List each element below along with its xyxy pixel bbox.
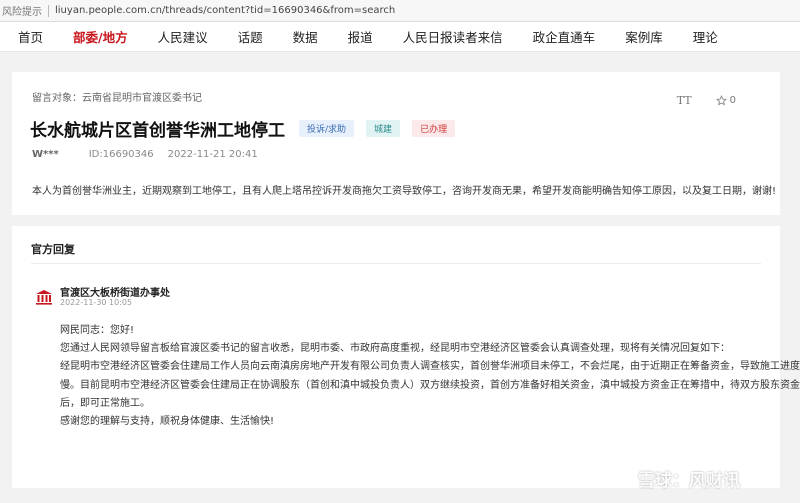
reply-line: 后，即可正常施工。	[60, 397, 150, 409]
reply-line: 网民同志：您好!	[60, 325, 135, 336]
message-title: 长水航城片区首创誉华洲工地停工	[30, 121, 285, 141]
nav-item-0[interactable]: 首页	[18, 27, 43, 46]
message-time: 2022-11-21 20:41	[167, 149, 258, 160]
nav-item-2[interactable]: 人民建议	[158, 27, 208, 46]
reply-body: 网民同志：您好! 您通过人民网领导留言板给官渡区委书记的留言收悉，昆明市委、市政…	[60, 322, 800, 431]
top-navigation: 首页 部委/地方 人民建议 话题 数据 报道 人民日报读者来信 政企直通车 案例库 理论	[0, 22, 800, 52]
favorite-button[interactable]: 0	[715, 95, 736, 106]
official-reply-card: 官方回复 官渡区大板桥街道办事处 2022-11-30 10:05 网民同志：您…	[12, 226, 800, 488]
nav-item-1[interactable]: 部委/地方	[73, 27, 128, 46]
risk-warning-label[interactable]: 风险提示	[2, 3, 42, 18]
message-content: 本人为首创誉华洲业主，近期观察到工地停工，且有人爬上塔吊控诉开发商拖欠工资导致停…	[32, 186, 777, 197]
watermark: 雪球：风财讯	[612, 466, 740, 491]
reply-time: 2022-11-30 10:05	[60, 298, 133, 307]
message-author: W***	[32, 149, 59, 160]
nav-item-7[interactable]: 政企直通车	[533, 27, 596, 46]
address-separator	[48, 4, 49, 17]
url-text[interactable]: liuyan.people.com.cn/threads/content?tid…	[55, 5, 395, 16]
reply-line: 您通过人民网领导留言板给官渡区委书记的留言收悉，昆明市委、市政府高度重视，经昆明…	[60, 343, 730, 355]
reply-organization: 官渡区大板桥街道办事处	[60, 288, 170, 299]
government-building-icon	[36, 290, 52, 305]
snowball-logo-icon	[613, 469, 631, 488]
tag-category[interactable]: 投诉/求助	[299, 120, 355, 137]
tag-field[interactable]: 城建	[366, 120, 401, 137]
favorite-count: 0	[729, 95, 736, 106]
star-icon	[715, 95, 727, 106]
message-target: 留言对象：云南省昆明市官渡区委书记	[32, 93, 202, 104]
reply-line: 经昆明市空港经济区管委会住建局工作人员向云南滇房房地产开发有限公司负责人调查核实…	[60, 361, 800, 373]
post-tools: TT 0	[677, 94, 736, 107]
message-meta: W*** ID:16690346 2022-11-21 20:41	[32, 149, 258, 160]
nav-item-6[interactable]: 人民日报读者来信	[403, 27, 503, 46]
watermark-text: 雪球：风财讯	[638, 471, 740, 491]
reply-divider	[31, 263, 761, 264]
reply-section-title: 官方回复	[31, 243, 75, 256]
reply-line: 慢。目前昆明市空港经济区管委会住建局正在协调股东（首创和滇中城投负责人）双方继续…	[60, 379, 800, 391]
nav-item-5[interactable]: 报道	[348, 27, 373, 46]
reply-line: 感谢您的理解与支持，顺祝身体健康、生活愉快!	[60, 416, 275, 428]
message-card: 留言对象：云南省昆明市官渡区委书记 TT 0 长水航城片区首创誉华洲工地停工 投…	[12, 72, 780, 215]
message-id: ID:16690346	[88, 149, 154, 160]
nav-item-9[interactable]: 理论	[693, 27, 718, 46]
nav-item-8[interactable]: 案例库	[625, 27, 663, 46]
tag-status: 已办理	[412, 120, 456, 137]
font-size-icon[interactable]: TT	[677, 94, 692, 107]
nav-item-4[interactable]: 数据	[293, 27, 318, 46]
title-row: 长水航城片区首创誉华洲工地停工 投诉/求助 城建 已办理	[30, 116, 467, 141]
nav-item-3[interactable]: 话题	[238, 27, 263, 46]
browser-address-bar[interactable]: 风险提示 liuyan.people.com.cn/threads/conten…	[0, 0, 800, 22]
